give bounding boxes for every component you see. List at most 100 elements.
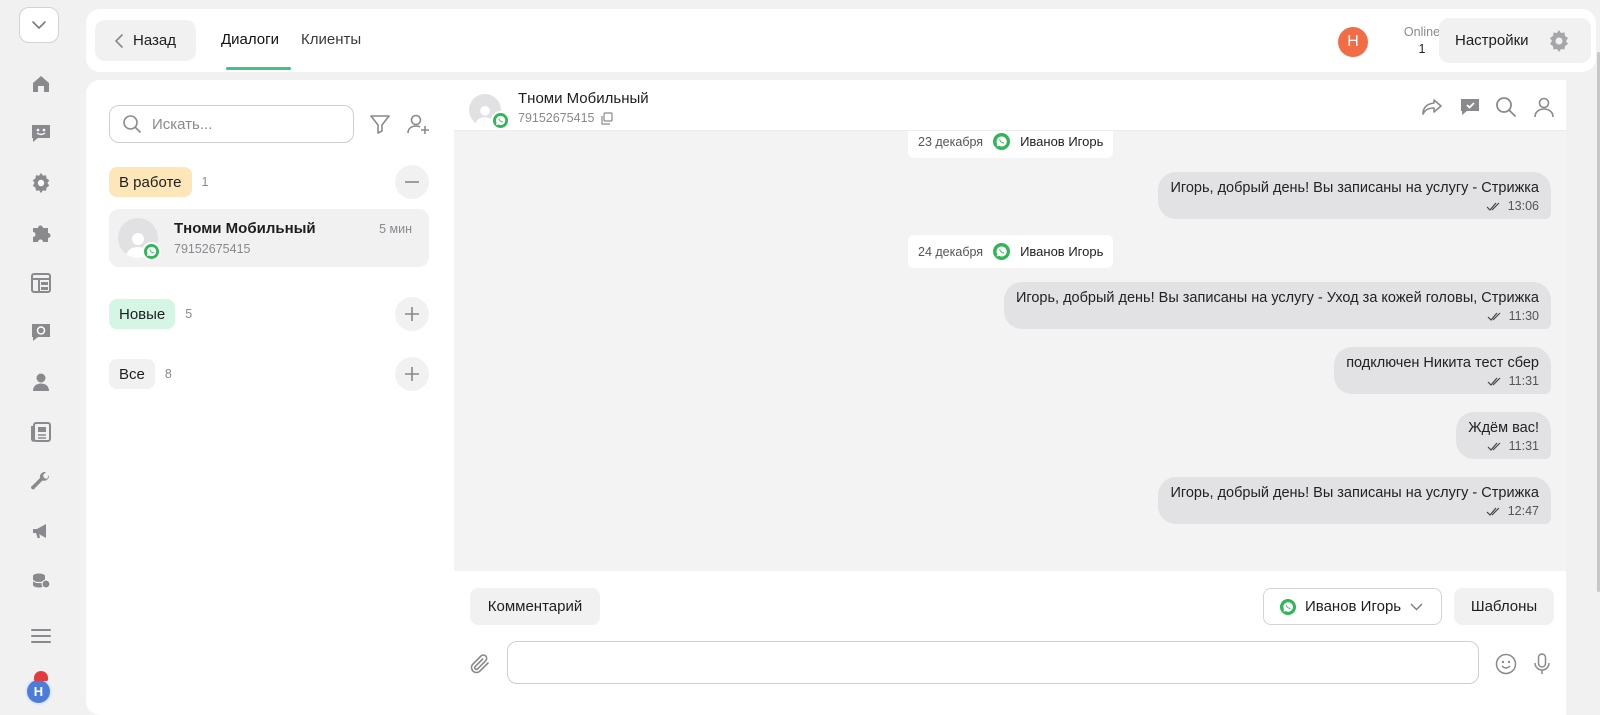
tab-clients[interactable]: Клиенты (301, 31, 361, 48)
separator-date: 24 декабря (918, 244, 984, 259)
sender-select-value: Иванов Игорь (1305, 598, 1402, 615)
chevron-down-icon (31, 20, 47, 30)
whatsapp-icon (491, 111, 510, 130)
puzzle-icon[interactable] (26, 218, 56, 248)
double-check-icon (1487, 442, 1503, 451)
user-avatar[interactable]: Н (1338, 27, 1368, 57)
search-input[interactable]: Искать... (152, 116, 212, 133)
message-time: 11:31 (1508, 439, 1539, 453)
dialog-contact-phone: 79152675415 (174, 242, 251, 256)
paperclip-icon[interactable] (468, 652, 492, 676)
whatsapp-icon (993, 133, 1011, 150)
wrench-icon[interactable] (26, 466, 56, 496)
add-contact-icon[interactable] (406, 112, 430, 136)
left-rail: Н (0, 0, 82, 715)
filter-icon[interactable] (368, 112, 392, 136)
dialog-contact-name: Тноми Мобильный (174, 220, 316, 237)
chat-header: Тноми Мобильный 79152675415 (454, 80, 1566, 131)
double-check-icon (1487, 312, 1503, 321)
double-check-icon (1486, 507, 1502, 516)
collapse-group-button[interactable] (395, 165, 429, 199)
group-count: 8 (164, 367, 172, 381)
newspaper-icon[interactable] (26, 417, 56, 447)
group-badge-new[interactable]: Новые (109, 299, 176, 329)
person-icon[interactable] (26, 367, 56, 397)
double-check-icon (1486, 202, 1502, 211)
message-bubble[interactable]: Игорь, добрый день! Вы записаны на услуг… (1003, 282, 1551, 329)
chat-check-icon[interactable] (1458, 95, 1482, 119)
message-bubble[interactable]: Ждём вас! 11:31 (1456, 412, 1551, 459)
chat-smile-icon[interactable] (26, 118, 56, 148)
dialog-time: 5 мин (379, 222, 412, 236)
message-text: подключен Никита тест сбер (1346, 355, 1539, 371)
group-count: 1 (201, 175, 209, 189)
megaphone-icon[interactable] (26, 516, 56, 546)
group-in-work[interactable]: В работе 1 (109, 165, 429, 199)
message-bubble[interactable]: подключен Никита тест сбер 11:31 (1334, 347, 1551, 394)
dialog-list-item[interactable]: Тноми Мобильный 79152675415 5 мин (109, 209, 429, 267)
chevron-down-icon (1410, 603, 1423, 611)
back-button[interactable]: Назад (95, 20, 196, 61)
group-badge-all[interactable]: Все (109, 359, 155, 389)
message-input[interactable] (507, 641, 1479, 684)
whatsapp-icon (1280, 598, 1296, 615)
message-text: Игорь, добрый день! Вы записаны на услуг… (1170, 180, 1539, 196)
menu-icon[interactable] (26, 621, 56, 651)
message-text: Игорь, добрый день! Вы записаны на услуг… (1170, 485, 1539, 501)
chat-contact-phone-row: 79152675415 (518, 111, 614, 125)
date-separator: 23 декабря Иванов Игорь (908, 131, 1114, 158)
chat-contact-phone: 79152675415 (518, 111, 595, 125)
support-chat-icon[interactable] (26, 317, 56, 347)
separator-sender: Иванов Игорь (1020, 134, 1104, 149)
expand-group-button[interactable] (395, 357, 429, 391)
message-text: Игорь, добрый день! Вы записаны на услуг… (1015, 290, 1539, 306)
message-time: 13:06 (1507, 199, 1539, 213)
home-icon[interactable] (26, 69, 56, 99)
active-tab-indicator (226, 67, 291, 70)
whatsapp-icon (993, 243, 1011, 260)
rail-toggle-button[interactable] (19, 7, 59, 43)
group-new[interactable]: Новые 5 (109, 297, 429, 331)
santa-hat-icon (34, 671, 48, 681)
group-badge-in-work[interactable]: В работе (109, 167, 192, 197)
sender-select[interactable]: Иванов Игорь (1263, 588, 1442, 625)
top-header: Назад Диалоги Клиенты Н Online 1 Настрой… (86, 9, 1596, 72)
separator-sender: Иванов Игорь (1020, 244, 1104, 259)
message-time: 11:30 (1508, 309, 1539, 323)
message-time: 11:31 (1508, 374, 1539, 388)
date-separator: 24 декабря Иванов Игорь (908, 235, 1114, 268)
message-list[interactable]: 23 декабря Иванов Игорь Игорь, добрый де… (454, 131, 1566, 571)
settings-button[interactable]: Настройки (1439, 18, 1591, 63)
double-check-icon (1487, 377, 1503, 386)
gear-icon (1547, 29, 1571, 53)
back-button-label: Назад (133, 32, 176, 49)
layout-icon[interactable] (26, 268, 56, 298)
separator-date: 23 декабря (918, 134, 984, 149)
emoji-icon[interactable] (1494, 652, 1518, 676)
search-icon (122, 114, 142, 134)
dialogs-panel: Искать... В работе 1 Тноми Мобильный 791… (86, 80, 454, 715)
comment-button[interactable]: Комментарий (470, 588, 600, 625)
message-bubble[interactable]: Игорь, добрый день! Вы записаны на услуг… (1158, 172, 1551, 219)
gear-icon[interactable] (26, 168, 56, 198)
templates-button[interactable]: Шаблоны (1454, 588, 1554, 625)
microphone-icon[interactable] (1530, 652, 1554, 676)
search-box[interactable]: Искать... (109, 105, 354, 143)
whatsapp-icon (142, 242, 161, 261)
settings-button-label: Настройки (1455, 32, 1529, 49)
group-count: 5 (185, 307, 193, 321)
expand-group-button[interactable] (395, 297, 429, 331)
search-icon[interactable] (1494, 95, 1518, 119)
profile-avatar[interactable]: Н (25, 678, 52, 705)
message-text: Ждём вас! (1468, 420, 1539, 436)
copy-icon[interactable] (600, 111, 614, 125)
message-bubble[interactable]: Игорь, добрый день! Вы записаны на услуг… (1158, 477, 1551, 524)
message-time: 12:47 (1507, 504, 1539, 518)
contact-profile-icon[interactable] (1532, 95, 1556, 119)
forward-icon[interactable] (1420, 95, 1444, 119)
chat-contact-name: Тноми Мобильный (518, 90, 649, 107)
group-all[interactable]: Все 8 (109, 357, 429, 391)
coins-icon[interactable] (26, 566, 56, 596)
chevron-left-icon (115, 33, 123, 48)
tab-dialogs[interactable]: Диалоги (221, 31, 279, 48)
